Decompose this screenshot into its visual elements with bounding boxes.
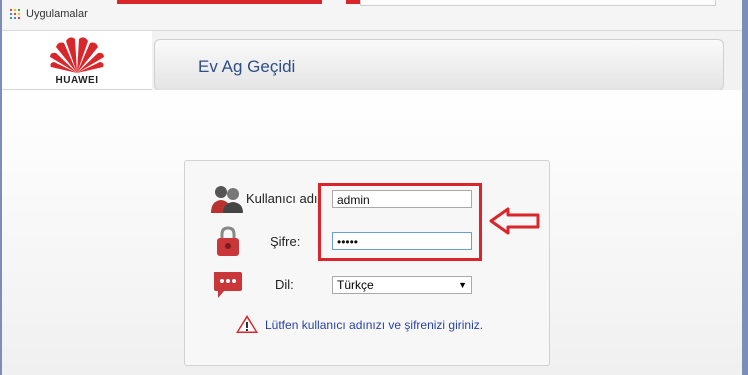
browser-window: Uygulamalar HUAWEI Ev Ag Geçidi Kullanıc… (2, 0, 742, 375)
lock-icon (217, 226, 239, 256)
apps-dot (18, 9, 20, 11)
apps-dot (14, 9, 16, 11)
warning-icon (236, 315, 258, 333)
huawei-logo-icon (50, 37, 104, 73)
apps-dot (14, 13, 16, 15)
apps-dot (18, 13, 20, 15)
apps-bookmark[interactable]: Uygulamalar (26, 8, 88, 20)
language-label: Dil: (275, 277, 294, 292)
brand-name: HUAWEI (55, 75, 99, 86)
header-bar: Ev Ag Geçidi (154, 39, 724, 91)
user-icon (211, 186, 243, 213)
apps-dot (10, 13, 12, 15)
username-label: Kullanıcı adı (246, 191, 318, 206)
window-edge (742, 0, 748, 375)
apps-dot (18, 17, 20, 19)
chat-icon (214, 272, 242, 298)
highlight-box (318, 183, 482, 261)
highlight-mark (346, 0, 360, 4)
apps-dot (10, 9, 12, 11)
apps-dot (10, 17, 12, 19)
chevron-down-icon: ▼ (458, 280, 467, 290)
language-select[interactable]: Türkçe ▼ (332, 276, 472, 294)
apps-grid-icon[interactable] (10, 9, 20, 19)
page-title: Ev Ag Geçidi (198, 57, 296, 76)
logo-area: HUAWEI (2, 31, 152, 90)
apps-dot (14, 17, 16, 19)
language-value: Türkçe (337, 278, 374, 292)
password-label: Şifre: (270, 234, 301, 249)
address-bar-edge (360, 0, 716, 6)
left-arrow-icon (489, 207, 540, 235)
highlight-mark (117, 0, 322, 4)
bookmarks-bar: Uygulamalar (2, 0, 742, 31)
login-hint: Lütfen kullanıcı adınızı ve şifrenizi gi… (265, 318, 484, 332)
